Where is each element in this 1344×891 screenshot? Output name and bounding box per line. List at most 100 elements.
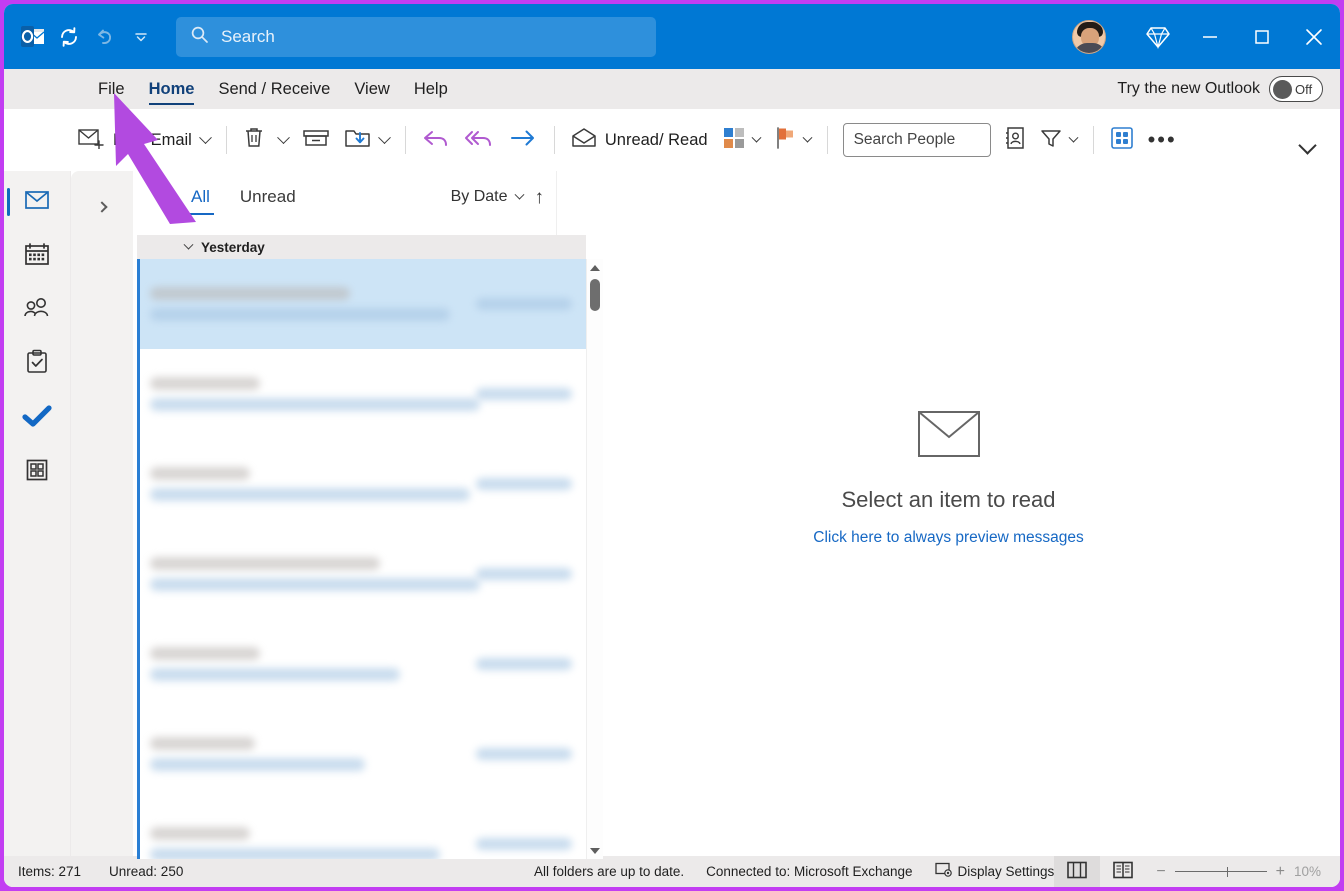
table-row[interactable] bbox=[137, 619, 586, 709]
table-row[interactable] bbox=[137, 259, 586, 349]
filter-tab-unread[interactable]: Unread bbox=[234, 179, 302, 215]
message-subject-redacted bbox=[150, 758, 365, 771]
table-row[interactable] bbox=[137, 709, 586, 799]
search-icon bbox=[190, 25, 209, 49]
unread-read-button[interactable]: Unread/ Read bbox=[564, 120, 716, 160]
address-book-button[interactable] bbox=[997, 120, 1033, 160]
sort-direction-icon[interactable]: ↑ bbox=[535, 188, 545, 207]
search-input[interactable]: Search bbox=[176, 16, 656, 57]
try-new-outlook-toggle[interactable]: Off bbox=[1269, 76, 1323, 102]
message-list-scrollbar[interactable] bbox=[586, 259, 603, 859]
move-button[interactable] bbox=[337, 120, 396, 160]
message-subject-redacted bbox=[150, 398, 480, 411]
sync-refresh-icon[interactable] bbox=[52, 20, 86, 54]
new-email-icon bbox=[78, 127, 105, 154]
minimize-icon[interactable] bbox=[1184, 4, 1236, 69]
title-bar: Search bbox=[4, 4, 1340, 69]
categorize-button[interactable] bbox=[716, 120, 767, 160]
normal-view-button[interactable] bbox=[1054, 856, 1101, 887]
message-date-redacted bbox=[476, 388, 572, 400]
connection-status: Connected to: Microsoft Exchange bbox=[706, 864, 913, 879]
user-avatar[interactable] bbox=[1072, 19, 1106, 54]
message-list[interactable] bbox=[137, 259, 586, 859]
trash-icon bbox=[243, 126, 265, 155]
filter-tab-all[interactable]: All bbox=[185, 179, 216, 215]
filter-chevron-icon bbox=[1068, 132, 1079, 143]
group-header-yesterday[interactable]: Yesterday bbox=[137, 235, 586, 259]
tab-send-receive[interactable]: Send / Receive bbox=[208, 69, 340, 109]
apps-grid-icon bbox=[25, 458, 49, 487]
display-settings-button[interactable]: Display Settings bbox=[934, 862, 1054, 881]
scroll-up-arrow-icon[interactable] bbox=[587, 259, 604, 276]
ellipsis-icon: ••• bbox=[1147, 127, 1177, 152]
search-people-placeholder: Search People bbox=[853, 131, 956, 148]
sidebar-item-people[interactable] bbox=[11, 287, 63, 333]
zoom-in-button[interactable]: + bbox=[1276, 863, 1285, 879]
zoom-control: − + 10% bbox=[1146, 863, 1340, 879]
people-icon bbox=[22, 296, 52, 325]
tab-home[interactable]: Home bbox=[139, 69, 205, 109]
open-envelope-icon bbox=[571, 127, 597, 154]
delete-chevron-icon bbox=[276, 130, 290, 144]
table-row[interactable] bbox=[137, 439, 586, 529]
chevron-right-icon[interactable] bbox=[96, 201, 108, 213]
message-subject-redacted bbox=[150, 848, 440, 859]
reading-pane-title: Select an item to read bbox=[841, 487, 1056, 512]
always-preview-link[interactable]: Click here to always preview messages bbox=[813, 529, 1084, 547]
calendar-icon bbox=[24, 242, 50, 271]
new-email-chevron-icon[interactable] bbox=[198, 130, 212, 144]
reply-button[interactable] bbox=[415, 120, 457, 160]
close-icon[interactable] bbox=[1288, 4, 1340, 69]
collapse-ribbon-chevron-icon[interactable] bbox=[1298, 135, 1317, 155]
archive-button[interactable] bbox=[295, 120, 337, 160]
search-people-input[interactable]: Search People bbox=[842, 123, 991, 157]
zoom-slider[interactable] bbox=[1174, 867, 1267, 876]
checkmark-icon bbox=[22, 404, 52, 433]
forward-button[interactable] bbox=[501, 120, 545, 160]
new-email-button[interactable]: New Email bbox=[71, 120, 217, 160]
scrollbar-thumb[interactable] bbox=[590, 279, 600, 311]
delete-options-button[interactable] bbox=[272, 120, 295, 160]
archive-icon bbox=[302, 127, 330, 154]
zoom-out-button[interactable]: − bbox=[1156, 863, 1165, 879]
sidebar-item-calendar[interactable] bbox=[11, 233, 63, 279]
flag-icon bbox=[774, 126, 796, 155]
tab-file[interactable]: File bbox=[88, 69, 135, 109]
ribbon-tabs: File Home Send / Receive View Help bbox=[71, 69, 458, 109]
tab-view[interactable]: View bbox=[344, 69, 399, 109]
sidebar-item-more-apps[interactable] bbox=[11, 449, 63, 495]
scroll-down-arrow-icon[interactable] bbox=[587, 842, 604, 859]
message-subject-redacted bbox=[150, 668, 400, 681]
message-subject-redacted bbox=[150, 578, 480, 591]
quick-access-chevron-icon[interactable] bbox=[124, 20, 158, 54]
forward-arrow-icon bbox=[508, 126, 538, 155]
apps-button[interactable] bbox=[1103, 120, 1141, 160]
sort-by-date-button[interactable]: By Date bbox=[451, 188, 524, 206]
message-date-redacted bbox=[476, 658, 572, 670]
sidebar-item-todo[interactable] bbox=[11, 395, 63, 441]
move-to-folder-icon bbox=[344, 126, 372, 155]
table-row[interactable] bbox=[137, 799, 586, 859]
reading-pane: Select an item to read Click here to alw… bbox=[556, 171, 1340, 856]
folder-pane-collapsed[interactable] bbox=[71, 171, 133, 856]
tab-help[interactable]: Help bbox=[404, 69, 458, 109]
flag-button[interactable] bbox=[767, 120, 818, 160]
sidebar-item-tasks[interactable] bbox=[11, 341, 63, 387]
ribbon-separator-4 bbox=[826, 126, 828, 154]
undo-icon[interactable] bbox=[88, 20, 122, 54]
table-row[interactable] bbox=[137, 529, 586, 619]
maximize-icon[interactable] bbox=[1236, 4, 1288, 69]
message-subject-redacted bbox=[150, 488, 470, 501]
sidebar-item-mail[interactable] bbox=[7, 179, 63, 225]
more-commands-button[interactable]: ••• bbox=[1141, 120, 1184, 160]
reading-view-button[interactable] bbox=[1100, 856, 1146, 887]
message-sender-redacted bbox=[150, 827, 250, 840]
filter-email-button[interactable] bbox=[1033, 120, 1084, 160]
avatar-body bbox=[1074, 42, 1105, 53]
reply-all-button[interactable] bbox=[457, 120, 501, 160]
delete-button[interactable] bbox=[236, 120, 272, 160]
table-row[interactable] bbox=[137, 349, 586, 439]
message-redacted-content bbox=[150, 737, 458, 771]
move-chevron-icon bbox=[377, 130, 391, 144]
diamond-premium-icon[interactable] bbox=[1132, 4, 1184, 69]
